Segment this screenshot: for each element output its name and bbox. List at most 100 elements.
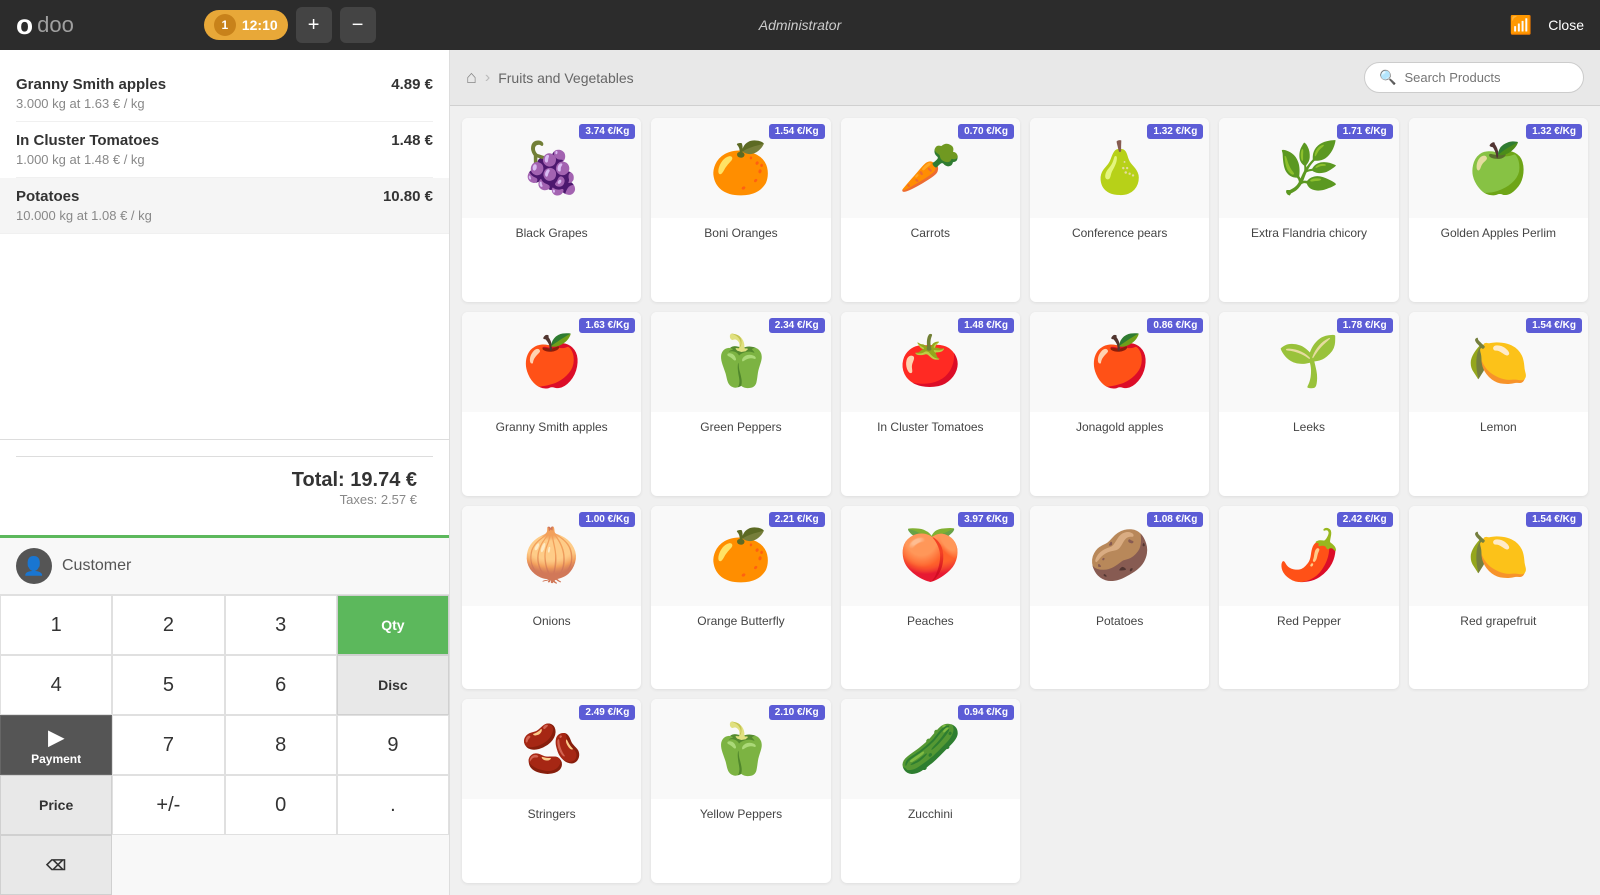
product-card[interactable]: 1.48 €/Kg 🍅 In Cluster Tomatoes (841, 312, 1020, 496)
search-input[interactable] (1404, 70, 1569, 85)
price-badge: 2.49 €/Kg (579, 705, 635, 720)
product-card[interactable]: 1.32 €/Kg 🍏 Golden Apples Perlim (1409, 118, 1588, 302)
order-tab[interactable]: 1 12:10 (204, 10, 288, 40)
total-label: Total: (292, 469, 351, 491)
num-3[interactable]: 3 (225, 595, 337, 655)
home-button[interactable]: ⌂ (466, 67, 477, 88)
customer-label: Customer (62, 557, 131, 575)
product-card[interactable]: 2.42 €/Kg 🌶️ Red Pepper (1219, 506, 1398, 690)
tax-line: Taxes: 2.57 € (32, 492, 417, 507)
logo-o: o (16, 9, 33, 41)
product-name: Zucchini (841, 799, 1020, 829)
order-item[interactable]: Granny Smith apples 3.000 kg at 1.63 € /… (16, 66, 433, 122)
product-name: Leeks (1219, 412, 1398, 442)
num-4[interactable]: 4 (0, 655, 112, 715)
num-9[interactable]: 9 (337, 715, 449, 775)
item-name: Potatoes (16, 188, 152, 205)
backspace-button[interactable]: ⌫ (0, 835, 112, 895)
item-detail: 3.000 kg at 1.63 € / kg (16, 96, 166, 111)
price-badge: 1.71 €/Kg (1337, 124, 1393, 139)
logo: o doo (16, 9, 74, 41)
product-card[interactable]: 1.63 €/Kg 🍎 Granny Smith apples (462, 312, 641, 496)
order-total-section: Total: 19.74 € Taxes: 2.57 € (0, 439, 449, 535)
price-badge: 1.78 €/Kg (1337, 318, 1393, 333)
order-item[interactable]: In Cluster Tomatoes 1.000 kg at 1.48 € /… (16, 122, 433, 178)
price-badge: 1.54 €/Kg (1526, 318, 1582, 333)
product-card[interactable]: 1.54 €/Kg 🍋 Lemon (1409, 312, 1588, 496)
num-0[interactable]: 0 (225, 775, 337, 835)
product-card[interactable]: 1.78 €/Kg 🌱 Leeks (1219, 312, 1398, 496)
product-name: Extra Flandria chicory (1219, 218, 1398, 248)
product-name: Conference pears (1030, 218, 1209, 248)
product-card[interactable]: 1.00 €/Kg 🧅 Onions (462, 506, 641, 690)
price-badge: 1.54 €/Kg (769, 124, 825, 139)
item-detail: 1.000 kg at 1.48 € / kg (16, 152, 159, 167)
product-card[interactable]: 1.71 €/Kg 🌿 Extra Flandria chicory (1219, 118, 1398, 302)
product-name: Yellow Peppers (651, 799, 830, 829)
num-6[interactable]: 6 (225, 655, 337, 715)
taxes-label: Taxes: (340, 492, 381, 507)
num-dot[interactable]: . (337, 775, 449, 835)
num-5[interactable]: 5 (112, 655, 224, 715)
product-name: Potatoes (1030, 606, 1209, 636)
right-panel: ⌂ › Fruits and Vegetables 🔍 3.74 €/Kg 🍇 … (450, 50, 1600, 895)
product-name: Carrots (841, 218, 1020, 248)
product-name: Stringers (462, 799, 641, 829)
price-badge: 0.94 €/Kg (958, 705, 1014, 720)
payment-button[interactable]: ▶ Payment (0, 715, 112, 775)
main-content: Granny Smith apples 3.000 kg at 1.63 € /… (0, 50, 1600, 895)
order-items-list: Granny Smith apples 3.000 kg at 1.63 € /… (0, 50, 449, 431)
disc-button[interactable]: Disc (337, 655, 449, 715)
price-badge: 0.70 €/Kg (958, 124, 1014, 139)
item-price: 4.89 € (391, 76, 433, 93)
product-card[interactable]: 1.54 €/Kg 🍋 Red grapefruit (1409, 506, 1588, 690)
num-1[interactable]: 1 (0, 595, 112, 655)
product-name: Green Peppers (651, 412, 830, 442)
num-8[interactable]: 8 (225, 715, 337, 775)
product-card[interactable]: 1.54 €/Kg 🍊 Boni Oranges (651, 118, 830, 302)
num-7[interactable]: 7 (112, 715, 224, 775)
product-name: Jonagold apples (1030, 412, 1209, 442)
product-card[interactable]: 1.08 €/Kg 🥔 Potatoes (1030, 506, 1209, 690)
product-card[interactable]: 2.34 €/Kg 🫑 Green Peppers (651, 312, 830, 496)
product-card[interactable]: 1.32 €/Kg 🍐 Conference pears (1030, 118, 1209, 302)
breadcrumb-category: Fruits and Vegetables (498, 70, 633, 86)
price-badge: 1.32 €/Kg (1526, 124, 1582, 139)
numpad-area: 👤 Customer 1 2 3 Qty 4 5 6 Disc ▶ Payme (0, 535, 449, 895)
customer-button[interactable]: 👤 Customer (0, 538, 449, 595)
product-name: Granny Smith apples (462, 412, 641, 442)
product-card[interactable]: 2.49 €/Kg 🫘 Stringers (462, 699, 641, 883)
price-badge: 2.42 €/Kg (1337, 512, 1393, 527)
product-card[interactable]: 0.94 €/Kg 🥒 Zucchini (841, 699, 1020, 883)
left-panel: Granny Smith apples 3.000 kg at 1.63 € /… (0, 50, 450, 895)
product-grid: 3.74 €/Kg 🍇 Black Grapes 1.54 €/Kg 🍊 Bon… (450, 106, 1600, 895)
product-card[interactable]: 3.97 €/Kg 🍑 Peaches (841, 506, 1020, 690)
product-card[interactable]: 0.70 €/Kg 🥕 Carrots (841, 118, 1020, 302)
taxes-value: 2.57 € (381, 492, 417, 507)
price-badge: 2.34 €/Kg (769, 318, 825, 333)
numpad-grid: 1 2 3 Qty 4 5 6 Disc ▶ Payment 7 8 9 (0, 595, 449, 895)
product-name: Black Grapes (462, 218, 641, 248)
order-item[interactable]: Potatoes 10.000 kg at 1.08 € / kg 10.80 … (0, 178, 449, 234)
admin-label: Administrator (759, 17, 841, 33)
qty-button[interactable]: Qty (337, 595, 449, 655)
product-card[interactable]: 2.10 €/Kg 🫑 Yellow Peppers (651, 699, 830, 883)
remove-order-button[interactable]: − (340, 7, 376, 43)
topbar: o doo Administrator 1 12:10 + − 📶 Close (0, 0, 1600, 50)
wifi-icon: 📶 (1510, 15, 1532, 36)
price-badge: 1.00 €/Kg (579, 512, 635, 527)
product-name: Red grapefruit (1409, 606, 1588, 636)
close-button[interactable]: Close (1548, 17, 1584, 33)
product-card[interactable]: 0.86 €/Kg 🍎 Jonagold apples (1030, 312, 1209, 496)
num-plusminus[interactable]: +/- (112, 775, 224, 835)
product-name: Boni Oranges (651, 218, 830, 248)
product-card[interactable]: 3.74 €/Kg 🍇 Black Grapes (462, 118, 641, 302)
num-2[interactable]: 2 (112, 595, 224, 655)
product-card[interactable]: 2.21 €/Kg 🍊 Orange Butterfly (651, 506, 830, 690)
price-badge: 3.97 €/Kg (958, 512, 1014, 527)
price-badge: 1.54 €/Kg (1526, 512, 1582, 527)
add-order-button[interactable]: + (296, 7, 332, 43)
product-name: In Cluster Tomatoes (841, 412, 1020, 442)
price-button[interactable]: Price (0, 775, 112, 835)
payment-label: Payment (31, 752, 81, 766)
